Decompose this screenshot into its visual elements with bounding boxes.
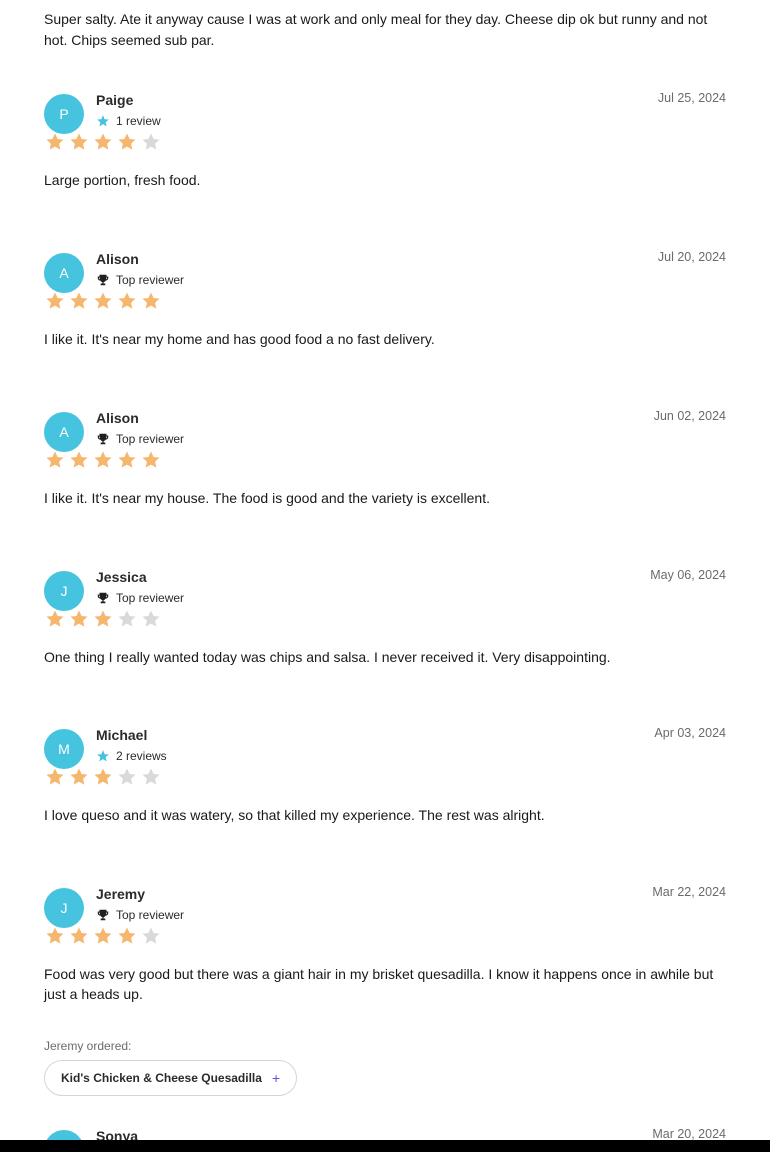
review-text: Large portion, fresh food. xyxy=(44,172,201,188)
review-text: Super salty. Ate it anyway cause I was a… xyxy=(44,11,708,48)
star-filled-icon xyxy=(45,132,65,152)
star-filled-icon xyxy=(69,291,89,311)
reviewer-name: Alison xyxy=(96,251,139,267)
star-rating xyxy=(45,450,165,470)
star-empty-icon xyxy=(141,767,161,787)
star-filled-icon xyxy=(45,767,65,787)
star-filled-icon xyxy=(117,132,137,152)
star-filled-icon xyxy=(69,132,89,152)
avatar: J xyxy=(44,571,84,611)
badge-label: Top reviewer xyxy=(116,908,185,922)
star-filled-icon xyxy=(93,450,113,470)
badge-label: 1 review xyxy=(116,114,161,128)
reviewer-badge: 2 reviews xyxy=(96,747,167,765)
reviewer-name: Paige xyxy=(96,92,134,108)
star-filled-icon xyxy=(93,926,113,946)
star-filled-icon xyxy=(69,767,89,787)
review-date: Apr 03, 2024 xyxy=(654,726,726,740)
reviewer-badge: Top reviewer xyxy=(96,430,184,448)
trophy-icon xyxy=(96,591,110,605)
reviewer-name: Jeremy xyxy=(96,886,146,902)
reviewer-badge: 1 review xyxy=(96,112,161,130)
review-date: Mar 22, 2024 xyxy=(652,885,726,899)
reviews-page: Super salty. Ate it anyway cause I was a… xyxy=(0,0,770,1152)
star-empty-icon xyxy=(141,926,161,946)
star-filled-icon xyxy=(69,450,89,470)
star-rating xyxy=(45,767,165,787)
trophy-icon xyxy=(96,908,110,922)
star-empty-icon xyxy=(141,132,161,152)
avatar: J xyxy=(44,888,84,928)
star-filled-icon xyxy=(93,767,113,787)
ordered-label: Jeremy ordered: xyxy=(44,1039,132,1053)
reviewer-name: Alison xyxy=(96,410,139,426)
avatar: A xyxy=(44,412,84,452)
star-filled-icon xyxy=(45,926,65,946)
star-filled-icon xyxy=(93,609,113,629)
star-filled-icon xyxy=(141,450,161,470)
avatar: M xyxy=(44,729,84,769)
star-empty-icon xyxy=(117,767,137,787)
review-date: May 06, 2024 xyxy=(650,568,726,582)
star-filled-icon xyxy=(45,450,65,470)
star-filled-icon xyxy=(93,132,113,152)
review-text: One thing I really wanted today was chip… xyxy=(44,649,611,665)
star-filled-icon xyxy=(69,926,89,946)
star-rating xyxy=(45,926,165,946)
star-rating xyxy=(45,132,165,152)
star-empty-icon xyxy=(141,609,161,629)
avatar: A xyxy=(44,253,84,293)
review-date: Jun 02, 2024 xyxy=(653,409,726,423)
avatar: P xyxy=(44,94,84,134)
star-empty-icon xyxy=(117,609,137,629)
review-text: I like it. It's near my house. The food … xyxy=(44,490,490,506)
star-filled-icon xyxy=(45,291,65,311)
review-text: I love queso and it was watery, so that … xyxy=(44,807,545,823)
reviewer-badge: Top reviewer xyxy=(96,271,184,289)
review-date: Jul 20, 2024 xyxy=(657,250,726,264)
trophy-icon xyxy=(96,432,110,446)
review-text: Food was very good but there was a giant… xyxy=(44,966,714,1002)
badge-label: Top reviewer xyxy=(116,591,185,605)
star-filled-icon xyxy=(69,609,89,629)
star-filled-icon xyxy=(117,926,137,946)
plus-icon: + xyxy=(271,1070,281,1086)
trophy-icon xyxy=(96,273,110,287)
review-date: Jul 25, 2024 xyxy=(657,91,726,105)
badge-label: Top reviewer xyxy=(116,273,185,287)
ordered-item-label: Kid's Chicken & Cheese Quesadilla xyxy=(61,1071,262,1085)
star-icon xyxy=(96,114,110,128)
star-filled-icon xyxy=(117,291,137,311)
star-filled-icon xyxy=(141,291,161,311)
reviewer-name: Michael xyxy=(96,727,148,743)
review-text: I like it. It's near my home and has goo… xyxy=(44,331,435,347)
star-filled-icon xyxy=(45,609,65,629)
bottom-bar xyxy=(0,1140,770,1152)
badge-label: 2 reviews xyxy=(116,749,167,763)
star-filled-icon xyxy=(93,291,113,311)
star-rating xyxy=(45,609,165,629)
star-icon xyxy=(96,749,110,763)
ordered-item-chip[interactable]: Kid's Chicken & Cheese Quesadilla + xyxy=(44,1060,298,1096)
badge-label: Top reviewer xyxy=(116,432,185,446)
reviewer-badge: Top reviewer xyxy=(96,906,184,924)
review-date: Mar 20, 2024 xyxy=(652,1127,726,1141)
star-filled-icon xyxy=(117,450,137,470)
reviewer-badge: Top reviewer xyxy=(96,589,184,607)
reviewer-name: Jessica xyxy=(96,569,147,585)
star-rating xyxy=(45,291,165,311)
